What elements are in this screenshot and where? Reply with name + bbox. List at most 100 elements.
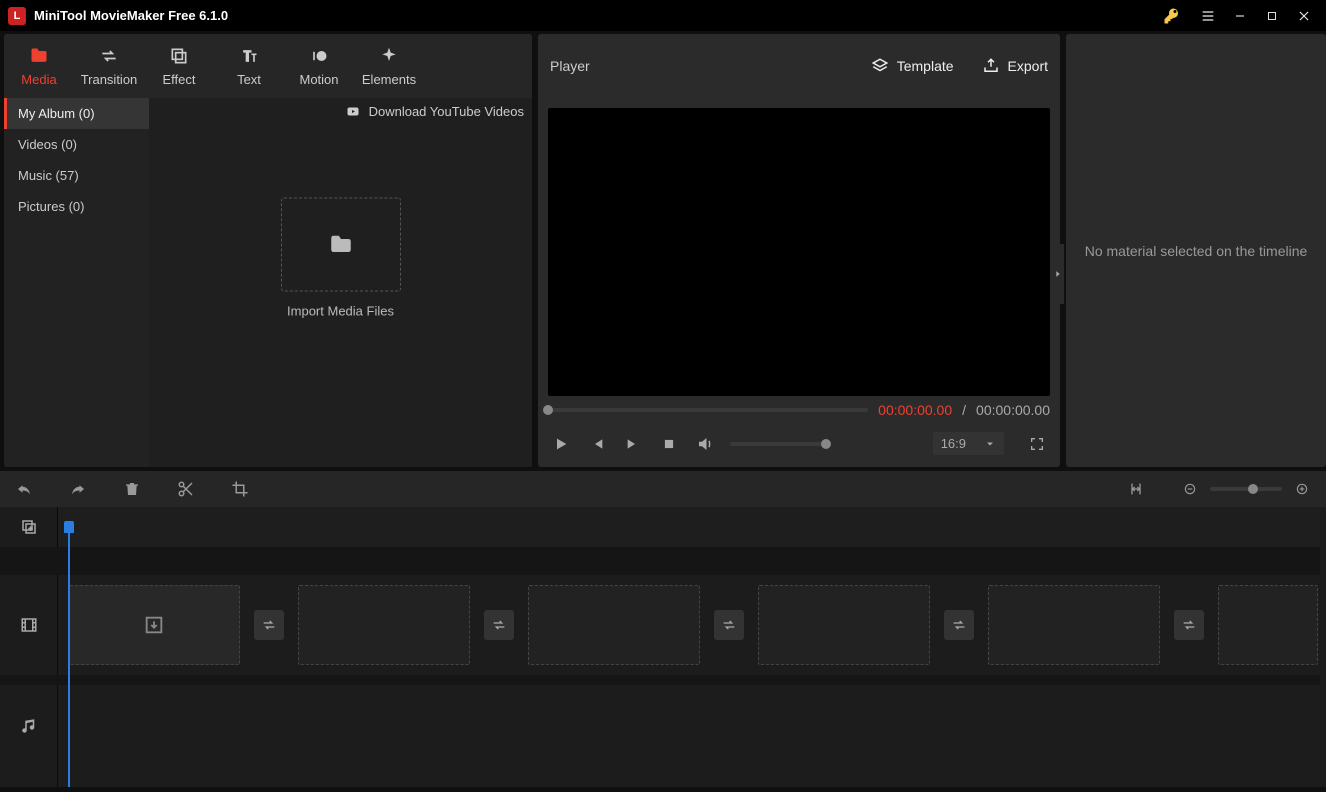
clip-placeholder[interactable] [758,585,930,665]
redo-button[interactable] [68,479,88,499]
transition-slot[interactable] [714,610,744,640]
zoom-slider[interactable] [1210,487,1282,491]
zoom-out-button[interactable] [1180,479,1200,499]
import-media-button[interactable]: Import Media Files [281,197,401,318]
folder-icon [29,46,49,66]
folder-icon [326,231,356,257]
timeline-ruler[interactable] [58,507,1320,547]
edit-toolbar [0,471,1326,507]
transition-slot[interactable] [484,610,514,640]
volume-button[interactable] [694,433,716,455]
titlebar: L MiniTool MovieMaker Free 6.1.0 [0,0,1326,31]
clip-placeholder[interactable] [528,585,700,665]
zoom-in-button[interactable] [1292,479,1312,499]
swap-icon [491,617,507,633]
split-button[interactable] [176,479,196,499]
current-time: 00:00:00.00 [878,402,952,418]
download-youtube-link[interactable]: Download YouTube Videos [345,104,524,119]
audio-track[interactable] [58,685,1320,767]
tab-elements-label: Elements [362,72,416,87]
license-key-icon[interactable] [1156,0,1188,31]
layers-icon [169,46,189,66]
chevron-right-icon [1053,269,1063,279]
tab-transition-label: Transition [81,72,138,87]
sidebar-item-pictures[interactable]: Pictures (0) [4,191,149,222]
aspect-ratio-dropdown[interactable]: 16:9 [933,432,1004,455]
tab-transition[interactable]: Transition [74,34,144,98]
swap-icon [261,617,277,633]
sidebar-item-label: Music (57) [18,168,79,183]
fit-timeline-button[interactable] [1126,479,1146,499]
tab-effect-label: Effect [162,72,195,87]
import-down-icon [143,614,165,636]
app-title: MiniTool MovieMaker Free 6.1.0 [34,8,228,23]
timeline [0,507,1326,787]
playhead[interactable] [68,529,70,787]
tab-motion-label: Motion [299,72,338,87]
tab-motion[interactable]: Motion [284,34,354,98]
video-track-icon [0,575,58,675]
add-track-button[interactable] [0,507,58,547]
delete-button[interactable] [122,479,142,499]
seek-slider[interactable] [548,408,868,412]
maximize-button[interactable] [1256,0,1288,31]
video-track[interactable] [58,575,1320,675]
sidebar-item-label: Videos (0) [18,137,77,152]
media-category-list: My Album (0) Videos (0) Music (57) Pictu… [4,98,149,467]
sidebar-item-label: Pictures (0) [18,199,84,214]
panel-collapse-button[interactable] [1051,244,1065,304]
media-area: Download YouTube Videos Import Media Fil… [149,98,532,467]
tab-media[interactable]: Media [4,34,74,98]
add-track-icon [20,518,38,536]
export-icon [982,57,1000,75]
properties-empty-message: No material selected on the timeline [1085,243,1308,259]
clip-placeholder[interactable] [68,585,240,665]
template-button[interactable]: Template [871,57,954,75]
player-heading: Player [550,58,590,74]
transition-slot[interactable] [944,610,974,640]
swap-icon [721,617,737,633]
sidebar-item-label: My Album (0) [18,106,95,121]
film-icon [20,616,38,634]
tab-text[interactable]: Text [214,34,284,98]
minimize-button[interactable] [1224,0,1256,31]
sidebar-item-my-album[interactable]: My Album (0) [4,98,149,129]
undo-button[interactable] [14,479,34,499]
export-label: Export [1008,58,1048,74]
tab-effect[interactable]: Effect [144,34,214,98]
next-frame-button[interactable] [622,433,644,455]
close-button[interactable] [1288,0,1320,31]
aspect-ratio-value: 16:9 [941,436,966,451]
swap-icon [951,617,967,633]
sidebar-item-music[interactable]: Music (57) [4,160,149,191]
youtube-icon [345,106,361,118]
tab-media-label: Media [21,72,56,87]
fullscreen-button[interactable] [1026,433,1048,455]
properties-panel: No material selected on the timeline [1066,34,1326,467]
clip-placeholder[interactable] [1218,585,1318,665]
stop-button[interactable] [658,433,680,455]
volume-slider[interactable] [730,442,826,446]
top-tabs: Media Transition Effect Text Motion Elem… [4,34,532,98]
play-button[interactable] [550,433,572,455]
crop-button[interactable] [230,479,250,499]
app-icon: L [8,7,26,25]
download-youtube-label: Download YouTube Videos [369,104,524,119]
audio-track-icon [0,685,58,767]
template-label: Template [897,58,954,74]
time-separator: / [962,402,966,418]
prev-frame-button[interactable] [586,433,608,455]
tab-elements[interactable]: Elements [354,34,424,98]
text-icon [239,46,259,66]
transition-slot[interactable] [254,610,284,640]
sidebar-item-videos[interactable]: Videos (0) [4,129,149,160]
clip-placeholder[interactable] [298,585,470,665]
clip-placeholder[interactable] [988,585,1160,665]
sparkle-icon [379,46,399,66]
music-icon [20,717,38,735]
player-panel: Player Template Export 00:00:00.00 / 00:… [538,34,1060,467]
transition-slot[interactable] [1174,610,1204,640]
swap-icon [99,46,119,66]
export-button[interactable]: Export [982,57,1048,75]
menu-icon[interactable] [1192,0,1224,31]
